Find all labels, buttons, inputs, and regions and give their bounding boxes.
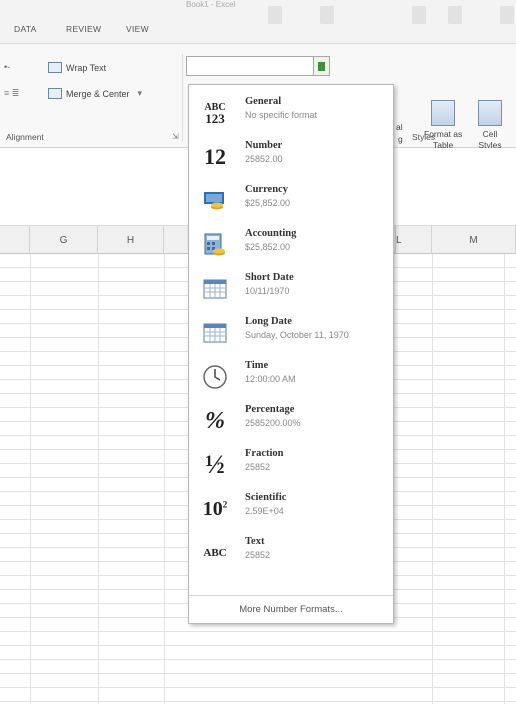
text-icon: ABC [203, 547, 227, 559]
decoration-icon [320, 6, 334, 24]
dropdown-arrow-icon: •- [4, 62, 11, 72]
format-sample: 12:00:00 AM [245, 374, 296, 384]
column-header-m[interactable]: M [432, 226, 516, 254]
format-option-long-date[interactable]: Long Date Sunday, October 11, 1970 [189, 311, 393, 355]
format-sample: Sunday, October 11, 1970 [245, 330, 349, 340]
dialog-launcher-icon[interactable]: ⇲ [172, 132, 179, 141]
decoration-icon [412, 6, 426, 24]
format-sample: No specific format [245, 110, 318, 120]
decoration-icon [448, 6, 462, 24]
format-name: Scientific [245, 492, 287, 503]
merge-center-button[interactable]: Merge & Center ▾ [48, 88, 142, 99]
decoration-icon [268, 6, 282, 24]
merge-center-label: Merge & Center [66, 88, 130, 99]
format-option-accounting[interactable]: Accounting $25,852.00 [189, 223, 393, 267]
wrap-text-button[interactable]: Wrap Text [48, 62, 106, 73]
currency-icon [197, 185, 233, 217]
fraction-icon: ½ [205, 450, 225, 479]
format-option-time[interactable]: Time 12:00:00 AM [189, 355, 393, 399]
accounting-icon [197, 229, 233, 261]
calendar-icon [197, 317, 233, 349]
percent-icon: % [205, 407, 225, 434]
grid-line [164, 254, 165, 704]
group-divider [182, 54, 183, 142]
format-name: Long Date [245, 316, 292, 327]
column-header-l[interactable]: L [396, 226, 432, 254]
styles-group-label: Styles [412, 132, 436, 142]
ribbon-tab-bar: Book1 - Excel DATA REVIEW VIEW [0, 0, 516, 44]
clock-icon [197, 361, 233, 393]
format-name: General [245, 96, 282, 107]
column-header-h[interactable]: H [98, 226, 164, 254]
format-name: Fraction [245, 448, 284, 459]
indent-button[interactable]: •- [4, 62, 10, 72]
format-option-text[interactable]: ABC Text 25852 [189, 531, 393, 575]
format-as-table-button[interactable]: Format as Table [424, 100, 462, 151]
grid-line [504, 254, 505, 704]
format-option-percentage[interactable]: % Percentage 2585200.00% [189, 399, 393, 443]
wrap-text-label: Wrap Text [66, 62, 107, 73]
format-sample: 25852 [245, 462, 271, 472]
conditional-formatting-label: al [396, 122, 403, 132]
format-option-currency[interactable]: Currency $25,852.00 [189, 179, 393, 223]
tab-review[interactable]: REVIEW [66, 24, 101, 34]
grid-line [432, 254, 433, 704]
format-name: Short Date [245, 272, 294, 283]
format-sample: 25852.00 [245, 154, 283, 164]
cell-styles-icon [478, 100, 502, 126]
column-header-blank [0, 226, 30, 254]
dropdown-arrow-icon [318, 61, 325, 71]
chevron-down-icon: ▾ [137, 88, 143, 98]
tab-data[interactable]: DATA [14, 24, 37, 34]
format-sample: 25852 [245, 550, 271, 560]
format-sample: 2.59E+04 [245, 506, 284, 516]
format-sample: $25,852.00 [245, 198, 291, 208]
format-name: Accounting [245, 228, 297, 239]
cell-styles-button[interactable]: Cell Styles [478, 100, 502, 151]
format-option-number[interactable]: 12 Number 25852.00 [189, 135, 393, 179]
grid-line [98, 254, 99, 704]
format-option-scientific[interactable]: 102 Scientific 2.59E+04 [189, 487, 393, 531]
format-option-general[interactable]: ABC 123 General No specific format [189, 91, 393, 135]
general-icon: ABC 123 [204, 102, 226, 126]
merge-center-icon [48, 88, 62, 99]
format-name: Text [245, 536, 265, 547]
grid-line [30, 254, 31, 704]
column-header-g[interactable]: G [30, 226, 98, 254]
document-title: Book1 - Excel [186, 0, 236, 9]
format-option-fraction[interactable]: ½ Fraction 25852 [189, 443, 393, 487]
number-format-dropdown-button[interactable] [313, 57, 329, 75]
align-icon: ≡ ≣ [4, 88, 20, 98]
format-name: Percentage [245, 404, 295, 415]
format-option-short-date[interactable]: Short Date 10/11/1970 [189, 267, 393, 311]
number-icon: 12 [204, 144, 226, 169]
alignment-group-label: Alignment [6, 132, 44, 142]
more-number-formats-link[interactable]: More Number Formats... [189, 595, 393, 623]
calendar-icon [197, 273, 233, 305]
format-sample: 10/11/1970 [245, 286, 290, 296]
format-sample: 2585200.00% [245, 418, 301, 428]
wrap-text-icon [48, 62, 62, 73]
format-name: Number [245, 140, 283, 151]
number-format-combobox[interactable] [186, 56, 330, 76]
format-name: Currency [245, 184, 288, 195]
align-right-button[interactable]: ≡ ≣ [4, 88, 19, 99]
conditional-formatting-label-2: g [398, 134, 403, 144]
scientific-icon: 102 [202, 497, 228, 520]
format-as-table-icon [431, 100, 456, 126]
format-name: Time [245, 360, 269, 371]
tab-view[interactable]: VIEW [126, 24, 149, 34]
format-sample: $25,852.00 [245, 242, 291, 252]
number-format-dropdown: ABC 123 General No specific format 12 Nu… [188, 84, 394, 624]
decoration-icon [500, 6, 514, 24]
